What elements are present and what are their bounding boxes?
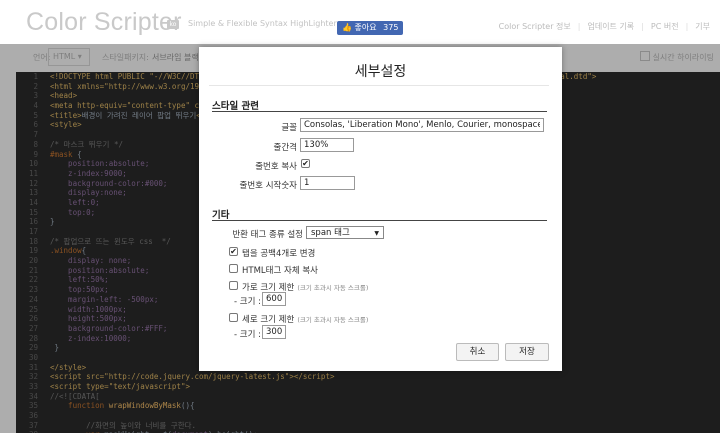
copy-line-numbers-label: 줄번호 복사 bbox=[255, 162, 297, 172]
cancel-button[interactable]: 취소 bbox=[456, 343, 499, 361]
section-divider bbox=[212, 220, 547, 221]
height-size-label: - 크기 : bbox=[234, 330, 261, 340]
like-count: 375 bbox=[383, 23, 399, 32]
dialog-title: 세부설정 bbox=[354, 64, 407, 80]
nav-item-donate[interactable]: 기부 bbox=[695, 22, 710, 31]
nav-item-updates[interactable]: 업데이트 기록 bbox=[587, 22, 634, 31]
return-tag-value: span 태그 bbox=[311, 228, 350, 238]
line-height-input[interactable] bbox=[300, 138, 354, 152]
section-divider bbox=[212, 111, 547, 112]
title-divider bbox=[209, 85, 549, 86]
height-size-input[interactable] bbox=[262, 325, 286, 339]
font-input[interactable] bbox=[300, 118, 544, 132]
save-button[interactable]: 저장 bbox=[505, 343, 549, 361]
top-navigation: Color Scripter 정보 | 업데이트 기록 | PC 버전 | 기부 bbox=[499, 21, 710, 32]
font-label: 글꼴 bbox=[281, 123, 297, 133]
etc-section-title: 기타 bbox=[212, 210, 230, 221]
dropdown-arrow-icon: ▼ bbox=[374, 230, 379, 237]
start-line-label: 줄번호 시작숫자 bbox=[239, 181, 297, 191]
width-size-label: - 크기 : bbox=[234, 297, 261, 307]
tab-to-space-label: 탭을 공백4개로 변경 bbox=[242, 249, 316, 259]
nav-separator: | bbox=[577, 22, 581, 31]
height-limit-hint: (크기 초과시 자동 스크롤) bbox=[297, 316, 369, 324]
width-size-input[interactable] bbox=[262, 292, 286, 306]
nav-separator: | bbox=[685, 22, 689, 31]
style-section-title: 스타일 관련 bbox=[212, 101, 260, 112]
width-limit-checkbox[interactable] bbox=[229, 281, 238, 290]
language-flag-icon: ko bbox=[167, 20, 179, 29]
height-limit-row: 세로 크기 제한 (크기 초과시 자동 스크롤) bbox=[242, 313, 368, 325]
nav-item-about[interactable]: Color Scripter 정보 bbox=[499, 22, 571, 31]
like-label: 좋아요 bbox=[354, 23, 377, 32]
site-tagline: Simple & Flexible Syntax HighLighter bbox=[188, 19, 337, 28]
site-logo[interactable]: Color Scripter bbox=[26, 8, 182, 37]
return-tag-select[interactable]: span 태그 ▼ bbox=[306, 226, 384, 239]
copy-line-numbers-checkbox[interactable]: ✔ bbox=[301, 159, 310, 168]
copy-html-tag-checkbox[interactable] bbox=[229, 264, 238, 273]
return-tag-label: 반환 태그 종류 설정 bbox=[232, 230, 303, 240]
start-line-input[interactable] bbox=[300, 176, 355, 190]
facebook-like-button[interactable]: 👍 좋아요 375 bbox=[337, 21, 404, 35]
tab-to-space-checkbox[interactable]: ✔ bbox=[229, 247, 238, 256]
line-height-label: 줄간격 bbox=[273, 143, 297, 153]
copy-html-tag-label: HTML태그 자체 복사 bbox=[242, 266, 318, 276]
width-limit-hint: (크기 초과시 자동 스크롤) bbox=[297, 284, 369, 292]
nav-separator: | bbox=[641, 22, 644, 31]
height-limit-checkbox[interactable] bbox=[229, 313, 238, 322]
width-limit-row: 가로 크기 제한 (크기 초과시 자동 스크롤) bbox=[242, 281, 368, 293]
height-limit-label: 세로 크기 제한 bbox=[242, 315, 295, 325]
nav-item-pc-version[interactable]: PC 버전 bbox=[651, 22, 679, 31]
thumbs-up-icon: 👍 bbox=[342, 23, 352, 32]
settings-dialog: 세부설정 스타일 관련 글꼴 줄간격 줄번호 복사 ✔ 줄번호 시작숫자 기타 … bbox=[199, 47, 562, 371]
site-header: Color Scripter ko Simple & Flexible Synt… bbox=[0, 0, 720, 44]
